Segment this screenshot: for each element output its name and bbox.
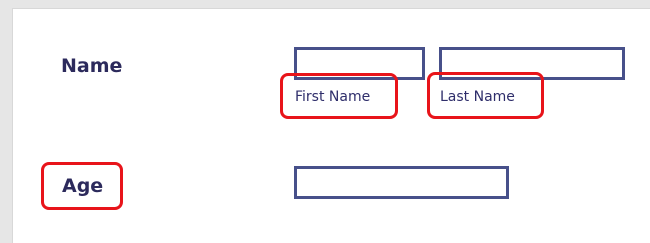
age-input[interactable] xyxy=(294,166,509,199)
last-name-input[interactable] xyxy=(439,47,625,80)
first-name-caption: First Name xyxy=(295,89,371,105)
name-label: Name xyxy=(61,55,123,77)
age-label: Age xyxy=(62,175,104,197)
last-name-caption: Last Name xyxy=(440,89,515,105)
first-name-input[interactable] xyxy=(294,47,425,80)
form-panel xyxy=(12,8,650,243)
